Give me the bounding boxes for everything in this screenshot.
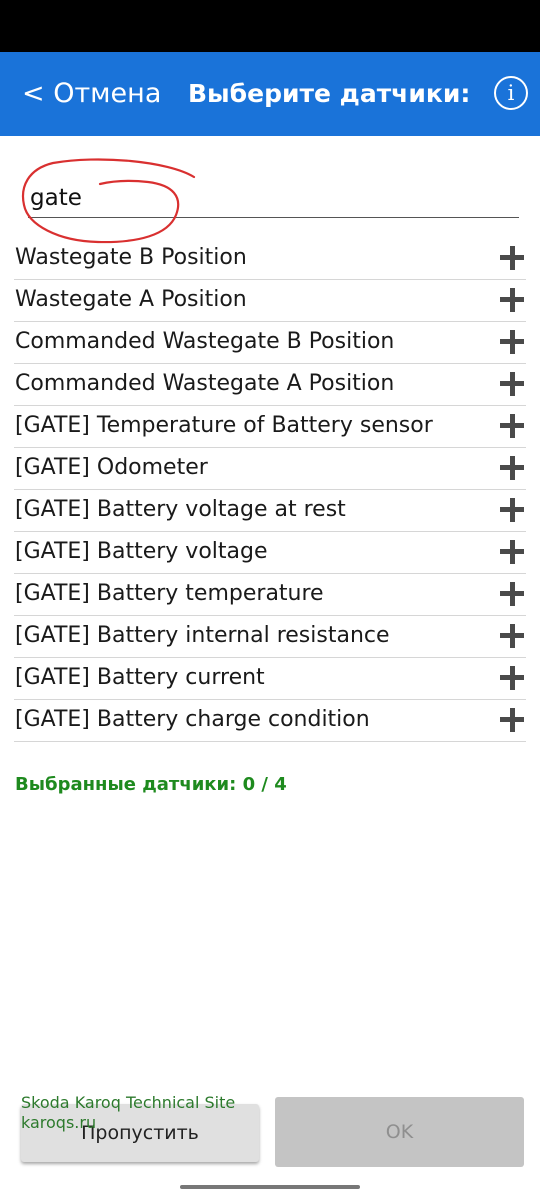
search-field [28,178,519,218]
skip-button-label: Пропустить [81,1122,199,1144]
sensor-list-item[interactable]: [GATE] Battery internal resistance [14,616,526,658]
sensor-list-item[interactable]: Commanded Wastegate B Position [14,322,526,364]
sensor-label: [GATE] Battery temperature [15,581,324,606]
gesture-nav-handle[interactable] [180,1185,360,1189]
sensor-list-item[interactable]: [GATE] Battery temperature [14,574,526,616]
sensor-list-item[interactable]: Wastegate B Position [14,238,526,280]
sensor-list-item[interactable]: [GATE] Temperature of Battery sensor [14,406,526,448]
sensor-label: [GATE] Battery current [15,665,265,690]
cancel-button[interactable]: < Отмена [22,77,161,111]
selected-sensors-count: Выбранные датчики: 0 / 4 [15,774,287,795]
plus-icon[interactable] [500,288,524,312]
sensor-label: [GATE] Battery voltage at rest [15,497,346,522]
sensor-list-item[interactable]: Commanded Wastegate A Position [14,364,526,406]
plus-icon[interactable] [500,330,524,354]
sensor-label: Wastegate A Position [15,287,247,312]
plus-icon[interactable] [500,624,524,648]
sensor-list-item[interactable]: [GATE] Battery current [14,658,526,700]
sensor-label: [GATE] Odometer [15,455,208,480]
plus-icon[interactable] [500,372,524,396]
page-title: Выберите датчики: [188,79,471,108]
plus-icon[interactable] [500,540,524,564]
sensor-label: [GATE] Battery internal resistance [15,623,390,648]
ok-button[interactable]: OK [275,1097,524,1167]
sensor-list-item[interactable]: [GATE] Odometer [14,448,526,490]
skip-button[interactable]: Пропустить [21,1104,259,1162]
status-bar [0,0,540,52]
info-icon: i [507,81,515,105]
plus-icon[interactable] [500,708,524,732]
sensor-label: Commanded Wastegate B Position [15,329,395,354]
sensor-list-item[interactable]: [GATE] Battery charge condition [14,700,526,742]
sensor-label: Wastegate B Position [15,245,247,270]
sensor-list-item[interactable]: [GATE] Battery voltage [14,532,526,574]
sensor-list: Wastegate B Position Wastegate A Position… [14,238,526,742]
sensor-label: [GATE] Battery voltage [15,539,268,564]
sensor-list-item[interactable]: [GATE] Battery voltage at rest [14,490,526,532]
search-input[interactable] [28,181,510,215]
sensor-label: Commanded Wastegate A Position [15,371,395,396]
top-app-bar: < Отмена Выберите датчики: i [0,52,540,136]
plus-icon[interactable] [500,666,524,690]
plus-icon[interactable] [500,246,524,270]
sensor-label: [GATE] Battery charge condition [15,707,370,732]
plus-icon[interactable] [500,498,524,522]
sensor-label: [GATE] Temperature of Battery sensor [15,413,433,438]
plus-icon[interactable] [500,582,524,606]
plus-icon[interactable] [500,456,524,480]
sensor-list-item[interactable]: Wastegate A Position [14,280,526,322]
info-button[interactable]: i [494,76,528,110]
ok-button-label: OK [385,1121,414,1143]
plus-icon[interactable] [500,414,524,438]
